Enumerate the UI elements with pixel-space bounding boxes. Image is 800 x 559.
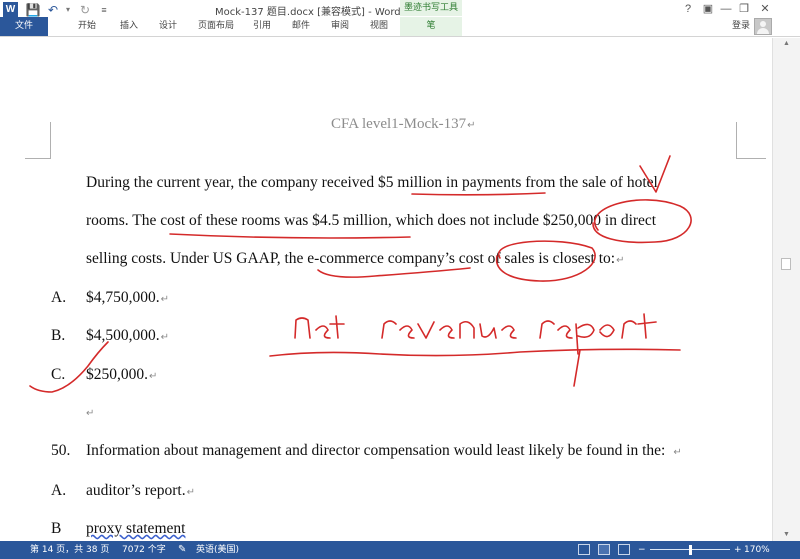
option-letter: C. [51,366,66,383]
undo-dropdown-icon[interactable]: ▾ [63,2,73,17]
tab-review[interactable]: 审阅 [331,17,349,36]
option-letter: A. [51,289,67,306]
option-text: $250,000.↵ [86,366,158,383]
scroll-down-icon[interactable]: ▼ [773,529,800,541]
status-bar: 第 14 页，共 38 页 7072 个字 ✎ 英语(美国) − + 170% [0,541,800,559]
minimize-icon[interactable]: — [718,2,734,17]
proofing-icon[interactable]: ✎ [178,541,186,559]
save-icon[interactable]: 💾 [26,2,41,17]
option-letter: A. [51,482,67,499]
scroll-up-icon[interactable]: ▲ [773,38,800,50]
zoom-in-icon[interactable]: + [734,541,742,559]
customize-qat-icon[interactable]: ≡ [98,2,110,17]
ink-stroke [573,349,581,387]
word-logo-icon: W [3,2,18,17]
tab-page-layout[interactable]: 页面布局 [198,17,234,36]
question-number: 50. [51,442,71,459]
read-mode-icon[interactable] [578,544,590,555]
undo-icon[interactable]: ↶ [46,2,60,17]
page-count[interactable]: 第 14 页，共 38 页 [30,541,109,559]
tab-view[interactable]: 视图 [370,17,388,36]
sign-in-link[interactable]: 登录 [732,17,750,36]
tab-design[interactable]: 设计 [159,17,177,36]
web-layout-icon[interactable] [618,544,630,555]
crop-mark [50,122,51,159]
crop-mark [736,122,737,159]
scrollbar-thumb[interactable] [781,258,791,270]
close-icon[interactable]: ✕ [757,2,773,17]
empty-paragraph-mark: ↵ [86,408,95,419]
print-layout-icon[interactable] [598,544,610,555]
ink-underline [169,233,411,239]
zoom-slider-thumb[interactable] [689,545,692,555]
ribbon-display-icon[interactable]: ▣ [700,2,716,17]
avatar[interactable] [754,18,772,35]
ribbon-tab-bar: 文件 开始 插入 设计 页面布局 引用 邮件 审阅 视图 笔 登录 [0,17,800,37]
page-header: CFA level1-Mock-137↵ [331,116,476,132]
restore-icon[interactable]: ❐ [736,2,752,17]
option-text: proxy statement [86,520,186,537]
ink-underline [269,348,681,357]
zoom-level[interactable]: 170% [744,541,770,559]
option-letter: B. [51,327,66,344]
question-line: selling costs. Under US GAAP, the e-comm… [86,250,625,267]
question-line: rooms. The cost of these rooms was $4.5 … [86,212,657,229]
document-title: Mock-137 题目.docx [兼容模式] - Word [215,7,401,18]
vertical-scrollbar[interactable]: ▲ ▼ [772,38,800,541]
tab-insert[interactable]: 插入 [120,17,138,36]
option-text: $4,750,000.↵ [86,289,170,306]
tab-pen[interactable]: 笔 [400,17,462,36]
option-text: auditor’s report.↵ [86,482,195,499]
ink-handwriting [294,313,657,355]
tab-mailings[interactable]: 邮件 [292,17,310,36]
tab-file[interactable]: 文件 [0,17,48,36]
redo-icon[interactable]: ↻ [78,2,92,17]
document-canvas[interactable]: CFA level1-Mock-137↵ During the current … [0,38,772,541]
help-icon[interactable]: ? [680,2,696,17]
ink-underline [411,192,546,196]
question-line: Information about management and directo… [86,442,682,459]
crop-mark [736,158,766,159]
language-indicator[interactable]: 英语(美国) [196,541,239,559]
option-letter: B [51,520,62,537]
word-count[interactable]: 7072 个字 [122,541,166,559]
tab-references[interactable]: 引用 [253,17,271,36]
tab-home[interactable]: 开始 [78,17,96,36]
question-line: During the current year, the company rec… [86,174,658,191]
zoom-out-icon[interactable]: − [638,541,646,559]
option-text: $4,500,000.↵ [86,327,170,344]
ink-underline [317,267,471,278]
ink-tools-group-label: 墨迹书写工具 [400,0,462,16]
crop-mark [25,158,51,159]
